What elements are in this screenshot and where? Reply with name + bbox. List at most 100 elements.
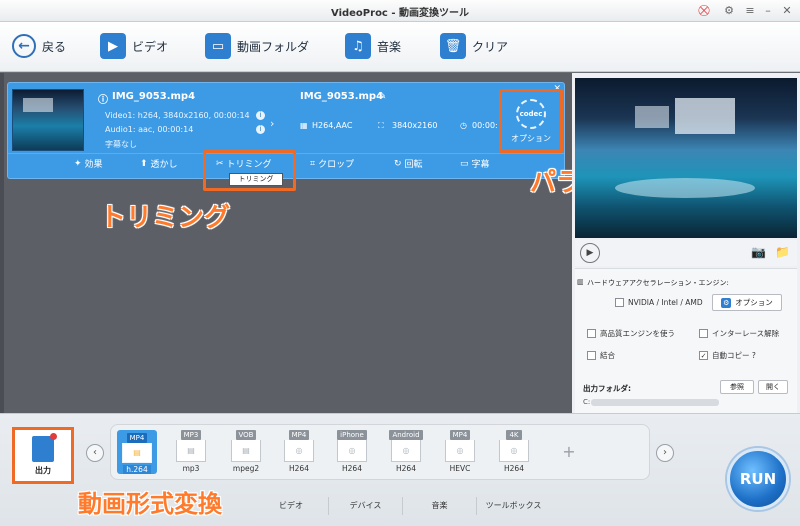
format-name: HEVC — [449, 464, 471, 473]
open-folder-button[interactable]: 開く — [758, 380, 788, 394]
folder-icon[interactable]: 📁 — [775, 245, 790, 259]
play-button[interactable]: ▶ — [580, 243, 600, 263]
add-video-label: ビデオ — [132, 39, 169, 54]
format-item-iphone[interactable]: iPhone ◎ H264 — [332, 430, 372, 474]
hw-option-button[interactable]: ⚙ オプション — [712, 294, 782, 311]
format-item-mp4-h264-2[interactable]: MP4 ◎ H264 — [279, 430, 319, 474]
crop-button[interactable]: ⌗ クロップ — [310, 157, 354, 171]
output-folder-label: 出力フォルダ: — [583, 384, 631, 393]
format-name: H264 — [289, 464, 309, 473]
auto-copy-label: 自動コピー ? — [712, 351, 756, 360]
gpu-checkbox[interactable]: NVIDIA / Intel / AMD — [615, 298, 703, 307]
format-item-mp3[interactable]: MP3 ▤ mp3 — [171, 430, 211, 474]
minimize-icon[interactable]: – — [760, 3, 776, 19]
merge-checkbox-box — [587, 351, 596, 360]
subtitle-button[interactable]: ▭ 字幕 — [460, 157, 490, 171]
add-music-button[interactable]: ♫ 音楽 — [345, 32, 401, 60]
output-folder-panel: 出力フォルダ: 参照 開く C: — [575, 378, 797, 413]
menu-icon[interactable]: ≡ — [742, 3, 758, 19]
format-item-4k[interactable]: 4K ◎ H264 — [494, 430, 534, 474]
category-tab-device[interactable]: デバイス — [328, 497, 402, 515]
back-label: 戻る — [42, 39, 67, 54]
rotate-button[interactable]: ↻ 回転 — [394, 157, 423, 171]
add-video-button[interactable]: ▶ ビデオ — [100, 32, 168, 60]
edit-name-icon[interactable]: ✎ — [378, 91, 386, 102]
format-next-button[interactable]: › — [656, 444, 674, 462]
gpu-checkbox-label: NVIDIA / Intel / AMD — [628, 298, 703, 307]
source-info-icon: ⓘ — [98, 95, 108, 106]
category-tab-music[interactable]: 音楽 — [402, 497, 476, 515]
category-tab-video[interactable]: ビデオ — [254, 497, 328, 515]
format-item-android[interactable]: Android ◎ H264 — [386, 430, 426, 474]
output-filename[interactable]: IMG_9053.mp4 — [300, 91, 383, 102]
format-file-icon: ▤ — [231, 440, 261, 462]
format-name: mpeg2 — [232, 464, 260, 473]
hw-gear-icon: ⚙ — [721, 297, 732, 308]
format-name: H264 — [342, 464, 362, 473]
hardware-acceleration-panel: ▥ ハードウェアアクセラレーション・エンジン: NVIDIA / Intel /… — [575, 268, 797, 378]
add-video-icon: ▶ — [100, 33, 126, 59]
format-item-mp4-h264[interactable]: MP4 ▤ h.264 — [117, 430, 157, 474]
output-duration: 00:00: — [472, 121, 498, 130]
format-file-icon: ◎ — [445, 440, 475, 462]
format-tag: 4K — [506, 430, 522, 440]
add-folder-button[interactable]: ▭ 動画フォルダ — [205, 32, 309, 60]
high-quality-label: 高品質エンジンを使う — [600, 329, 675, 338]
back-button[interactable]: ← 戻る — [12, 32, 66, 60]
format-item-vob-mpeg2[interactable]: VOB ▤ mpeg2 — [226, 430, 266, 474]
watermark-icon: ⬆ — [140, 158, 148, 169]
audio-track-info-icon[interactable]: i — [256, 125, 265, 134]
gpu-checkbox-box — [615, 298, 624, 307]
video-preview — [575, 78, 797, 238]
camera-icon[interactable]: 📷 — [751, 245, 766, 259]
deinterlace-label: インターレース解除 — [712, 329, 780, 338]
merge-checkbox[interactable]: 結合 — [587, 350, 615, 361]
output-path-value[interactable] — [591, 399, 719, 406]
cart-icon[interactable]: ⛒ — [696, 3, 712, 19]
deinterlace-checkbox[interactable]: インターレース解除 — [699, 328, 779, 339]
rotate-label: 回転 — [404, 160, 423, 170]
add-format-icon[interactable]: + — [560, 444, 578, 462]
add-folder-label: 動画フォルダ — [237, 39, 310, 54]
format-name: H264 — [504, 464, 524, 473]
high-quality-checkbox[interactable]: 高品質エンジンを使う — [587, 328, 675, 339]
trim-tooltip: トリミング — [229, 173, 283, 186]
format-file-icon: ◎ — [337, 440, 367, 462]
video-track-info-icon[interactable]: i — [256, 111, 265, 120]
watermark-label: 透かし — [150, 160, 178, 170]
wand-icon: ✦ — [74, 158, 82, 169]
format-tag: MP3 — [180, 430, 202, 440]
audio-track-info: Audio1: aac, 00:00:14 — [105, 125, 194, 134]
browse-button[interactable]: 参照 — [720, 380, 754, 394]
format-prev-button[interactable]: ‹ — [86, 444, 104, 462]
output-button[interactable]: 出力 — [12, 427, 74, 484]
preview-controls: ▶ 📷 📁 — [575, 240, 797, 266]
music-icon: ♫ — [345, 33, 371, 59]
format-item-mp4-hevc[interactable]: MP4 ◎ HEVC — [440, 430, 480, 474]
watermark-button[interactable]: ⬆ 透かし — [140, 157, 178, 171]
preview-splash — [615, 178, 755, 198]
format-annotation: 動画形式変換 — [78, 490, 222, 518]
category-tab-toolbox[interactable]: ツールボックス — [476, 497, 550, 515]
effect-label: 効果 — [84, 160, 103, 170]
subtitle-info: 字幕なし — [105, 140, 137, 149]
gear-icon[interactable]: ⚙ — [721, 3, 737, 19]
format-tag: VOB — [235, 430, 257, 440]
effect-button[interactable]: ✦ 効果 — [74, 157, 103, 171]
format-name: mp3 — [182, 464, 200, 473]
format-file-icon: ◎ — [499, 440, 529, 462]
subtitle-icon: ▭ — [460, 158, 469, 169]
title-bar: VideoProc - 動画変換ツール ⛒ ⚙ ≡ – ✕ — [0, 0, 800, 22]
chip-icon: ▥ — [577, 278, 584, 286]
preview-screen-left — [635, 106, 669, 128]
left-strip — [0, 73, 4, 413]
video-thumbnail[interactable] — [12, 89, 84, 151]
auto-copy-checkbox[interactable]: ✓ 自動コピー ? — [699, 350, 756, 361]
output-codec: H264,AAC — [312, 121, 353, 130]
output-resolution: 3840x2160 — [392, 121, 438, 130]
window-title: VideoProc - 動画変換ツール — [331, 8, 469, 19]
clear-button[interactable]: 🗑 クリア — [440, 32, 508, 60]
run-button[interactable]: RUN — [727, 448, 789, 510]
close-icon[interactable]: ✕ — [779, 3, 795, 19]
format-tag: Android — [389, 430, 423, 440]
